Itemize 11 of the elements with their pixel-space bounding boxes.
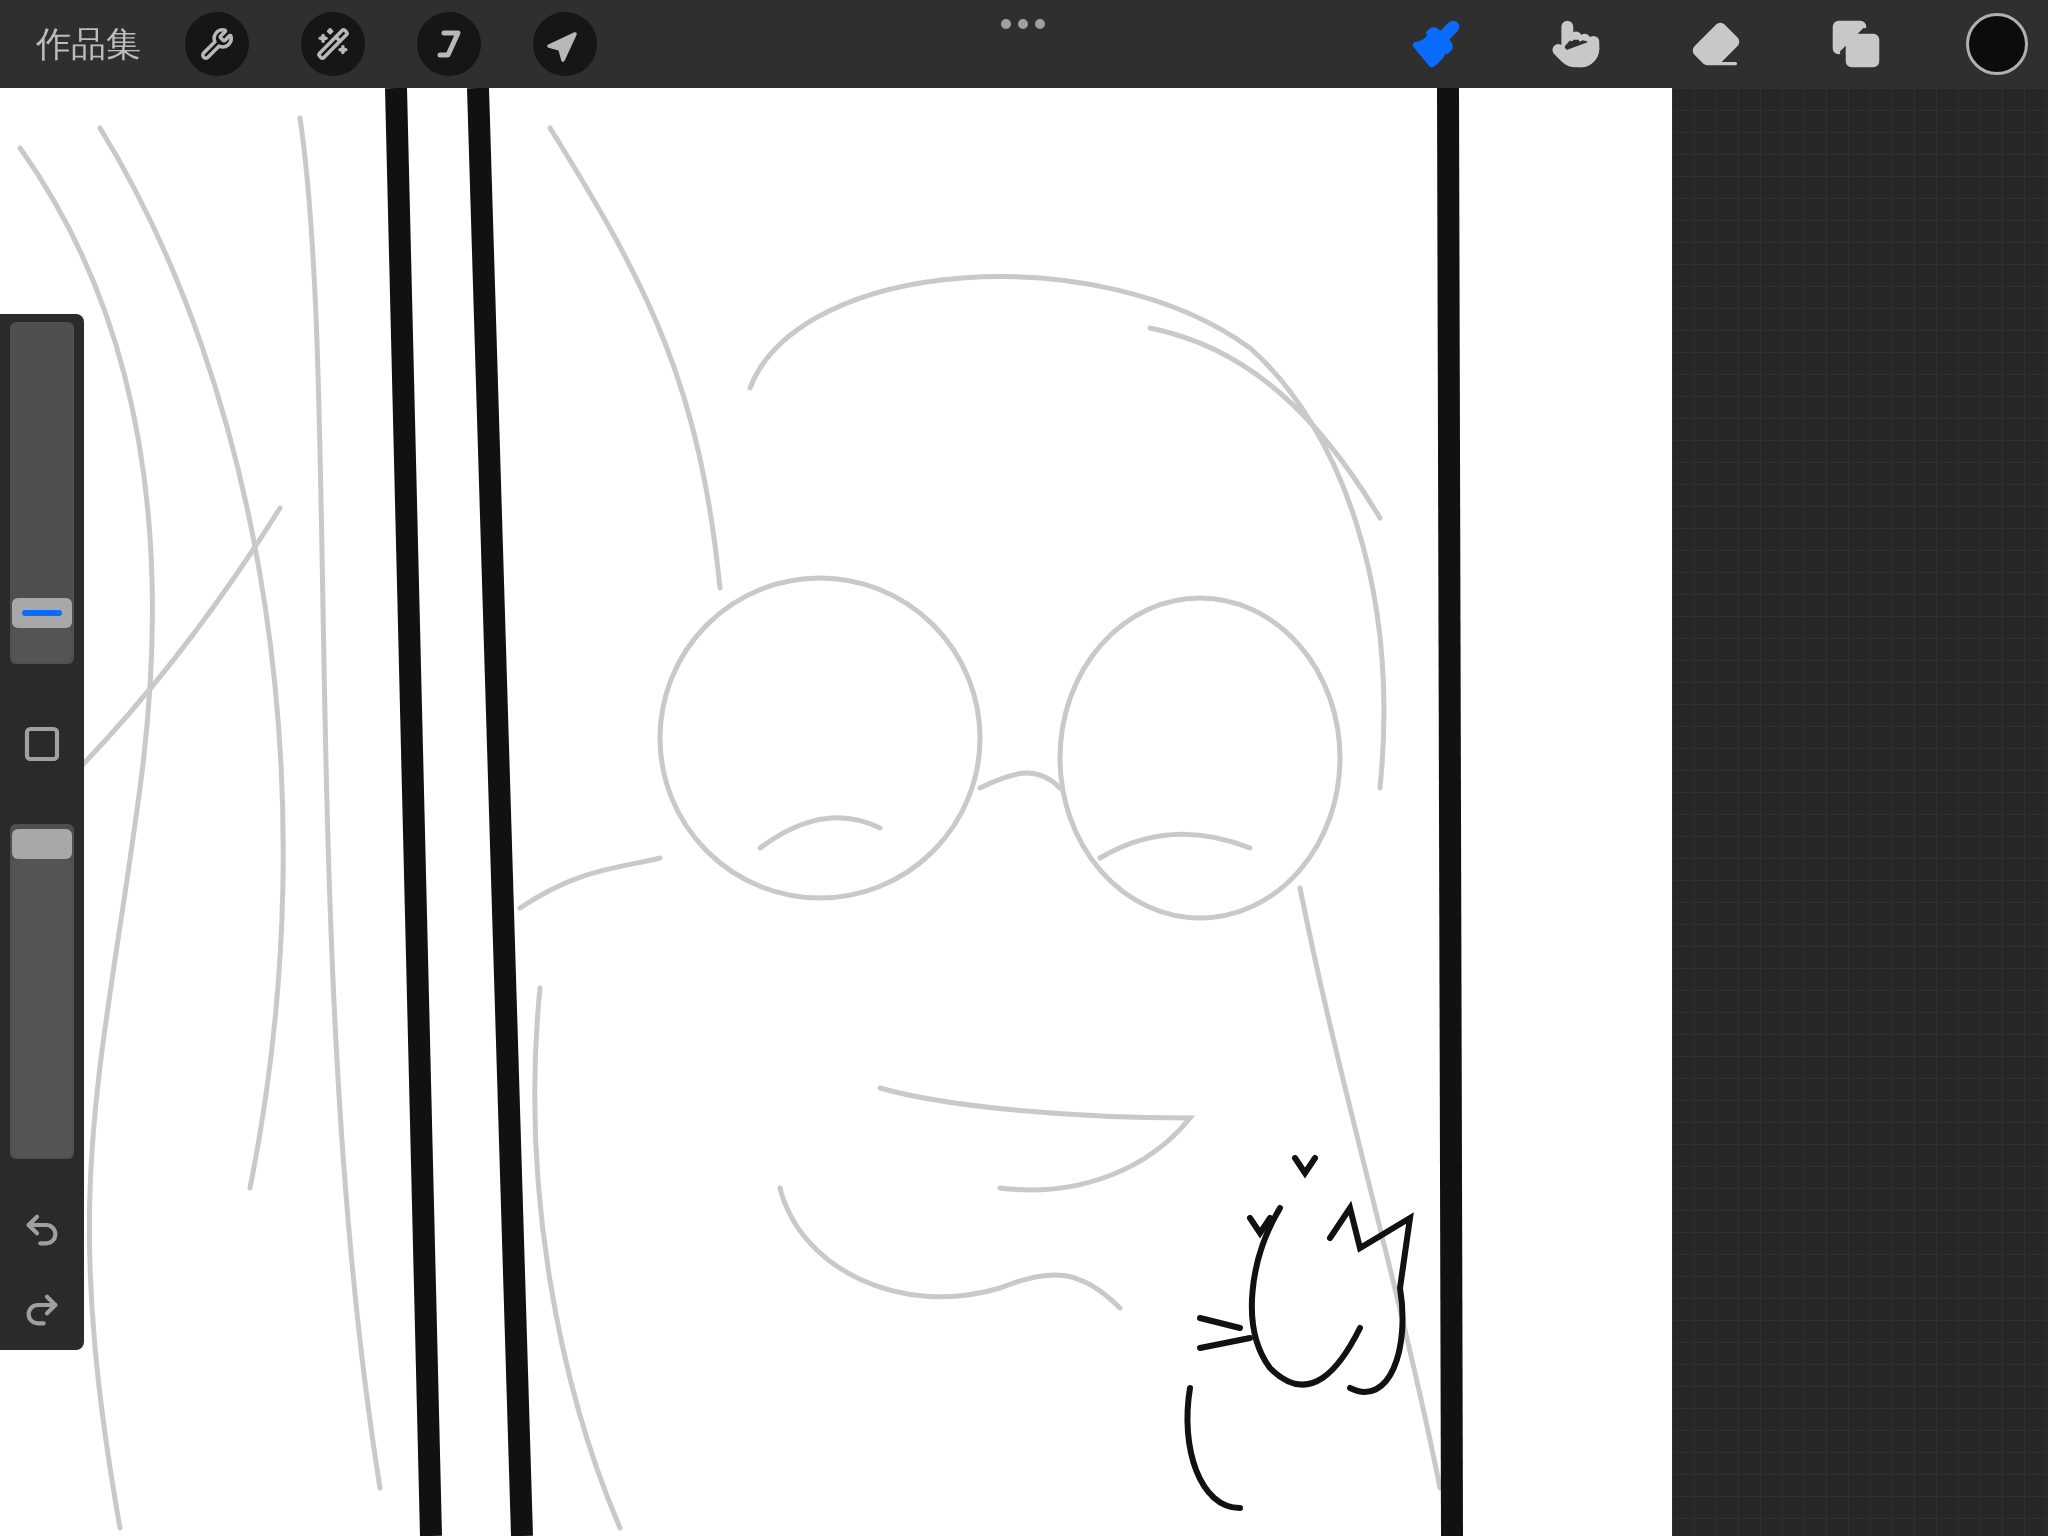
brush-icon	[1410, 18, 1462, 70]
slider-thumb[interactable]	[12, 598, 72, 629]
gallery-link[interactable]: 作品集	[36, 17, 141, 71]
square-icon	[22, 724, 62, 764]
magic-wand-icon	[316, 27, 350, 61]
thumb-indicator-icon	[22, 610, 62, 617]
wrench-icon	[200, 27, 234, 61]
sketch-canvas[interactable]	[0, 88, 1672, 1536]
more-icon[interactable]	[1000, 18, 1046, 30]
layers-icon	[1830, 18, 1882, 70]
slider-thumb[interactable]	[12, 829, 72, 860]
